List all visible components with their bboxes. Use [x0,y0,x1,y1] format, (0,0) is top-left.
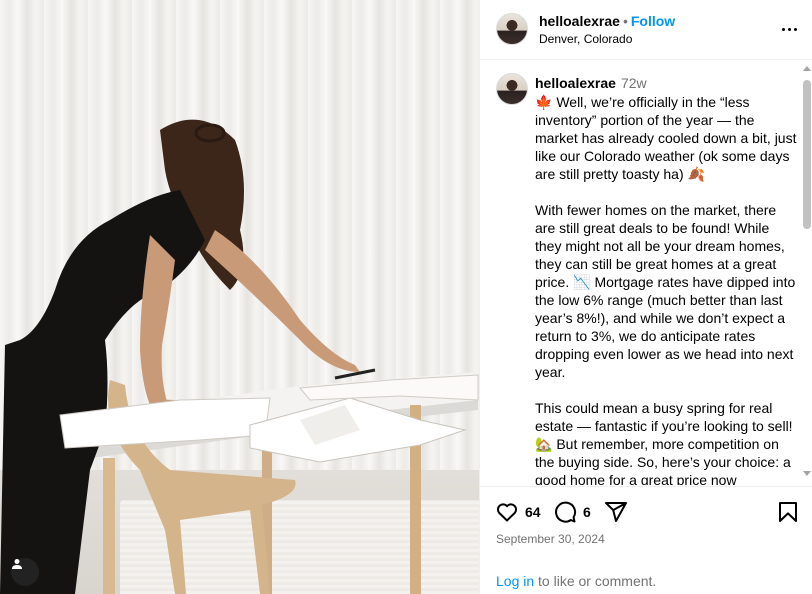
bookmark-icon [779,502,797,522]
scroll-up-arrow[interactable] [803,66,811,71]
comment-count[interactable]: 6 [583,504,591,520]
post-header: helloalexrae • Follow Denver, Colorado [480,0,812,60]
timestamp[interactable]: 72w [621,75,647,91]
scroll-thumb[interactable] [803,80,811,229]
photo-illustration [0,119,479,594]
scrollbar[interactable] [801,61,812,485]
username-link[interactable]: helloalexrae [539,13,620,29]
avatar[interactable] [496,13,528,45]
post-date[interactable]: September 30, 2024 [496,532,605,546]
caption-avatar[interactable] [496,73,528,105]
comment-button[interactable]: 6 [553,499,591,525]
post-photo[interactable] [0,0,479,594]
login-prompt: Log in to like or comment. [496,573,656,589]
action-bar: 64 6 September 30, 2024 Log in to like o… [480,486,812,594]
tagged-users-button[interactable] [11,558,39,586]
login-suffix: to like or comment. [534,573,657,589]
caption-author-line: helloalexrae 72w [535,75,647,91]
follow-button[interactable]: Follow [631,13,675,29]
caption-section: helloalexrae 72w 🍁 Well, we’re officially… [480,61,812,485]
caption-username[interactable]: helloalexrae [535,75,616,91]
share-button[interactable] [604,499,628,525]
location-link[interactable]: Denver, Colorado [539,32,632,46]
post-author-line: helloalexrae • Follow [539,13,675,29]
paper-plane-icon [605,502,627,522]
caption-text: 🍁 Well, we’re officially in the “less in… [535,93,797,485]
caption-paragraph: 🍁 Well, we’re officially in the “less in… [535,94,797,182]
login-link[interactable]: Log in [496,573,534,589]
caption-paragraph: With fewer homes on the market, there ar… [535,202,796,380]
heart-icon [496,503,518,522]
user-tag-icon [12,559,22,569]
more-options-icon[interactable] [777,19,801,39]
like-count[interactable]: 64 [525,504,541,520]
separator-dot: • [622,13,628,29]
save-button[interactable] [776,499,800,525]
like-button[interactable]: 64 [495,499,541,525]
comment-bubble-icon [555,501,577,523]
scroll-down-arrow[interactable] [803,471,811,476]
caption-paragraph: This could mean a busy spring for real e… [535,400,793,485]
post-sidebar: helloalexrae • Follow Denver, Colorado hel… [479,0,812,594]
